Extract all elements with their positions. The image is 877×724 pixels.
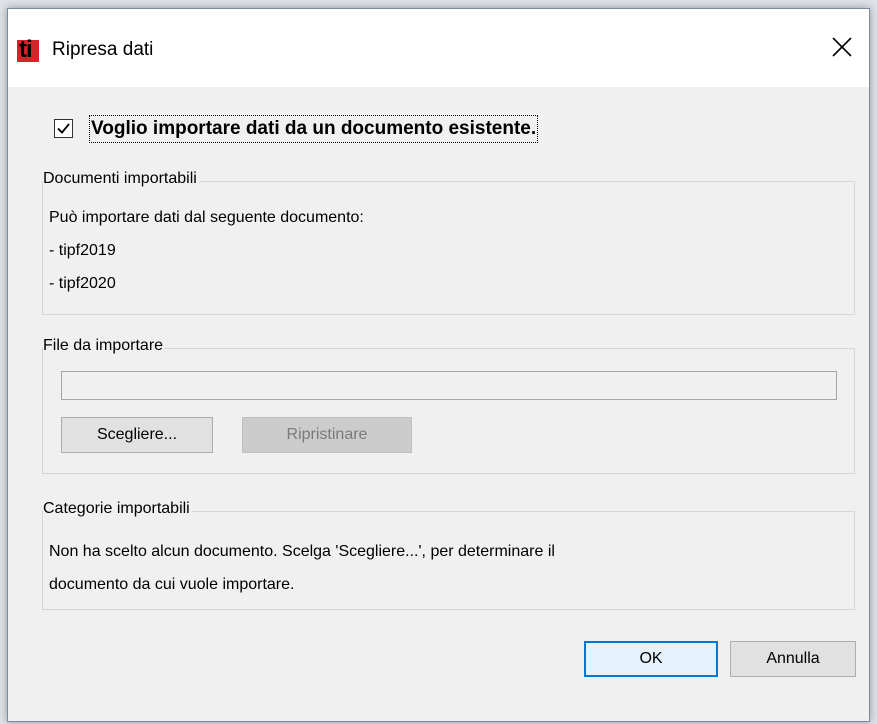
checkmark-icon bbox=[57, 123, 70, 134]
categories-message-line1: Non ha scelto alcun documento. Scelga 'S… bbox=[49, 543, 555, 560]
dialog-title: Ripresa dati bbox=[52, 39, 154, 60]
app-logo-text: ti bbox=[19, 36, 33, 63]
app-logo: ti bbox=[17, 36, 39, 63]
data-import-dialog: ti Ripresa dati Voglio importare dati da… bbox=[7, 8, 870, 722]
close-icon bbox=[832, 37, 852, 57]
importable-categories-legend: Categorie importabili bbox=[43, 500, 192, 518]
title-bar: ti Ripresa dati bbox=[8, 9, 869, 87]
importable-documents-group: Documenti importabili Può importare dati… bbox=[42, 170, 855, 315]
choose-file-button[interactable]: Scegliere... bbox=[61, 417, 213, 453]
file-to-import-group: File da importare Scegliere... Ripristin… bbox=[42, 337, 855, 474]
reset-button: Ripristinare bbox=[242, 417, 412, 453]
import-checkbox-label[interactable]: Voglio importare dati da un documento es… bbox=[89, 115, 539, 143]
document-item: - tipf2020 bbox=[49, 275, 116, 292]
file-to-import-legend: File da importare bbox=[43, 337, 166, 355]
cancel-button[interactable]: Annulla bbox=[730, 641, 856, 677]
ok-button[interactable]: OK bbox=[584, 641, 718, 677]
document-item: - tipf2019 bbox=[49, 242, 116, 259]
importable-categories-group: Categorie importabili Non ha scelto alcu… bbox=[42, 500, 855, 610]
file-path-field bbox=[61, 371, 837, 400]
importable-documents-description: Può importare dati dal seguente document… bbox=[49, 209, 364, 226]
close-button[interactable] bbox=[817, 25, 869, 71]
categories-message-line2: documento da cui vuole importare. bbox=[49, 576, 295, 593]
import-checkbox[interactable] bbox=[54, 119, 73, 138]
importable-documents-legend: Documenti importabili bbox=[43, 170, 199, 188]
